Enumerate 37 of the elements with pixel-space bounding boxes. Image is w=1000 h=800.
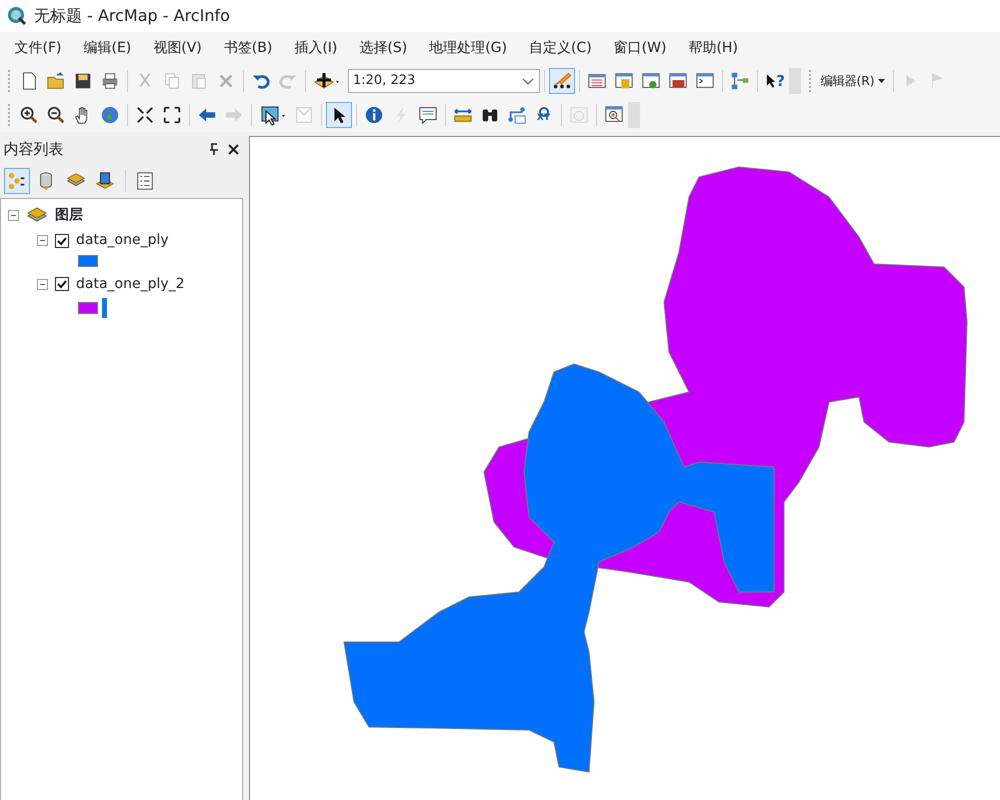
layer-name[interactable]: data_one_ply: [76, 230, 169, 251]
window-title: 无标题 - ArcMap - ArcInfo: [34, 5, 230, 27]
pin-icon: [208, 143, 220, 156]
menu-item[interactable]: 窗口(W): [602, 38, 678, 58]
scale-field[interactable]: 1:20, 223: [348, 69, 540, 93]
globe-icon: [100, 104, 120, 126]
menu-item[interactable]: 地理处理(G): [418, 38, 518, 58]
menu-item[interactable]: 选择(S): [348, 38, 418, 58]
close-icon: [226, 143, 240, 156]
fixed-zoom-out-icon: [162, 104, 182, 126]
checkbox[interactable]: [55, 234, 69, 248]
model-icon: [730, 70, 750, 92]
layer-selection-icon: [95, 170, 115, 192]
menu-item[interactable]: 自定义(C): [518, 38, 603, 58]
editor-menu[interactable]: 编辑器(R): [817, 72, 889, 90]
pointer-button[interactable]: [326, 102, 352, 128]
list-options-icon: [135, 170, 155, 192]
checkbox[interactable]: [55, 277, 69, 291]
app-logo-icon: [7, 6, 27, 26]
zoom-in-icon: [18, 104, 38, 126]
zoom-out-icon: [46, 104, 66, 126]
caret-icon: [878, 79, 886, 83]
menu-item[interactable]: 帮助(H): [677, 38, 749, 58]
select-features-icon: [259, 104, 286, 126]
menu-item[interactable]: 插入(I): [283, 38, 348, 58]
pointer-button[interactable]: ?: [762, 68, 788, 94]
menu-item[interactable]: 视图(V): [142, 38, 213, 58]
pencil-button[interactable]: [549, 68, 575, 94]
panel-title: 内容列表: [4, 139, 64, 160]
menu-item[interactable]: 编辑(E): [72, 38, 142, 58]
chevron-down-icon: [521, 76, 535, 86]
fixed-zoom-in-icon: [134, 104, 154, 126]
layer-group-label[interactable]: 图层: [55, 205, 83, 226]
info-icon: [364, 104, 384, 126]
layer-name[interactable]: data_one_ply_2: [76, 274, 185, 294]
menu-item[interactable]: 书签(B): [212, 38, 284, 58]
menu-item[interactable]: 文件(F): [4, 38, 72, 58]
